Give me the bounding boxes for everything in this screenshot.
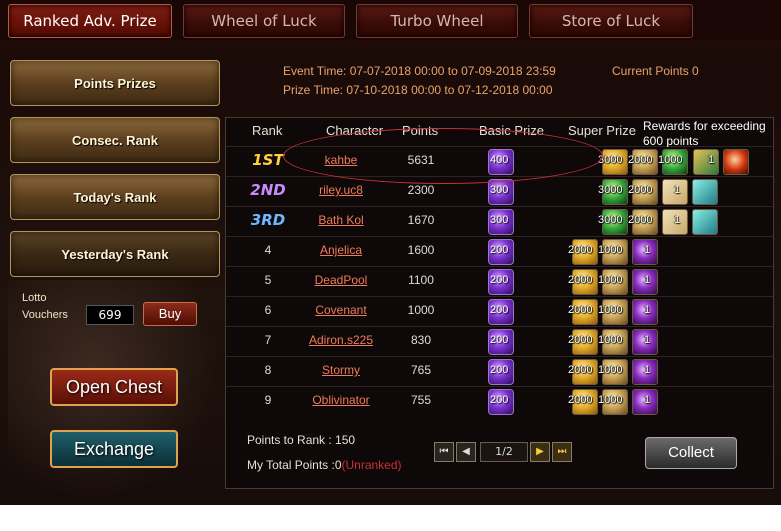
super-prize-value: 1 <box>644 304 651 316</box>
super-prize-value: 2000 <box>568 274 593 286</box>
tab-ranked-adv-prize[interactable]: Ranked Adv. Prize <box>8 4 172 38</box>
super-prize-value: 1 <box>674 214 681 226</box>
basic-prize-value: 300 <box>490 214 509 226</box>
super-prize-value: 2000 <box>568 304 593 316</box>
table-row: 8 Stormy 765 200 2000 1000 1 <box>226 356 773 386</box>
highlight-circle <box>283 128 603 184</box>
next-page-icon[interactable]: ▶ <box>530 442 550 462</box>
super-prize-value: 2000 <box>568 364 593 376</box>
character-link[interactable]: DeadPool <box>286 273 396 287</box>
prev-page-icon[interactable]: ◀ <box>456 442 476 462</box>
wing-icon <box>692 179 718 205</box>
basic-prize-value: 200 <box>490 394 509 406</box>
collect-button[interactable]: Collect <box>645 437 737 469</box>
lotto-vouchers-label: Lotto Vouchers <box>22 290 68 324</box>
wing-icon <box>692 209 718 235</box>
my-total-points-value: My Total Points :0 <box>247 458 342 472</box>
first-page-icon[interactable]: ⏮ <box>434 442 454 462</box>
buy-button[interactable]: Buy <box>143 302 197 326</box>
super-prize-value: 2000 <box>628 184 653 196</box>
character-link[interactable]: Stormy <box>286 363 396 377</box>
sidebar-item-points-prizes[interactable]: Points Prizes <box>10 60 220 106</box>
tab-bar: Ranked Adv. Prize Wheel of Luck Turbo Wh… <box>0 0 781 40</box>
points-cell: 830 <box>410 333 432 347</box>
table-row: 6 Covenant 1000 200 2000 1000 1 <box>226 296 773 326</box>
super-prize-value: 2000 <box>628 154 653 166</box>
header-super-prize: Super Prize <box>568 123 636 138</box>
super-prize-value: 2000 <box>568 244 593 256</box>
mount-icon <box>693 149 719 175</box>
character-link[interactable]: Bath Kol <box>286 213 396 227</box>
character-link[interactable]: riley.uc8 <box>286 183 396 197</box>
points-to-rank: Points to Rank : 150 <box>247 433 356 447</box>
table-row: 4 Anjelica 1600 200 2000 1000 1 <box>226 236 773 266</box>
basic-prize-value: 200 <box>490 334 509 346</box>
super-prize-value: 1000 <box>598 274 623 286</box>
fire-orb-icon <box>723 149 749 175</box>
basic-prize-value: 200 <box>490 364 509 376</box>
tab-turbo-wheel[interactable]: Turbo Wheel <box>356 4 518 38</box>
tab-store-of-luck[interactable]: Store of Luck <box>529 4 693 38</box>
header-rank: Rank <box>252 123 283 138</box>
current-points: Current Points 0 <box>612 64 699 78</box>
character-link[interactable]: Oblivinator <box>286 393 396 407</box>
super-prize-value: 1000 <box>598 244 623 256</box>
table-row: 5 DeadPool 1100 200 2000 1000 1 <box>226 266 773 296</box>
super-prize-value: 3000 <box>598 184 623 196</box>
lotto-label-line-2: Vouchers <box>22 309 68 321</box>
basic-prize-value: 200 <box>490 274 509 286</box>
super-prize-value: 2000 <box>568 334 593 346</box>
points-cell: 1100 <box>408 273 434 287</box>
super-prize-value: 1 <box>644 244 651 256</box>
super-prize-value: 3000 <box>598 214 623 226</box>
points-cell: 2300 <box>407 183 435 197</box>
prize-time: Prize Time: 07-10-2018 00:00 to 07-12-20… <box>283 83 553 97</box>
points-cell: 1600 <box>407 243 435 257</box>
points-cell: 765 <box>410 363 432 377</box>
tab-wheel-of-luck[interactable]: Wheel of Luck <box>183 4 345 38</box>
basic-prize-value: 300 <box>490 184 509 196</box>
unranked-label: (Unranked) <box>341 458 402 472</box>
rewards-note: Rewards for exceeding 600 points <box>643 119 766 147</box>
event-time: Event Time: 07-07-2018 00:00 to 07-09-20… <box>283 64 556 78</box>
exchange-button[interactable]: Exchange <box>50 430 178 468</box>
super-prize-value: 1000 <box>658 154 683 166</box>
super-prize-value: 1 <box>674 184 681 196</box>
super-prize-value: 2000 <box>628 214 653 226</box>
lotto-vouchers-count: 699 <box>86 305 134 325</box>
super-prize-value: 1 <box>644 364 651 376</box>
sidebar-item-todays-rank[interactable]: Today's Rank <box>10 174 220 220</box>
extra-reward-count: 1 <box>708 154 715 166</box>
table-row: 7 Adiron.s225 830 200 2000 1000 1 <box>226 326 773 356</box>
last-page-icon[interactable]: ⏭ <box>552 442 572 462</box>
character-link[interactable]: Covenant <box>286 303 396 317</box>
table-row: 9 Oblivinator 755 200 2000 1000 1 <box>226 386 773 416</box>
basic-prize-value: 200 <box>490 244 509 256</box>
character-link[interactable]: Adiron.s225 <box>286 333 396 347</box>
super-prize-value: 1000 <box>598 364 623 376</box>
my-total-points: My Total Points :0(Unranked) <box>247 458 402 472</box>
points-cell: 1000 <box>407 303 435 317</box>
super-prize-value: 1000 <box>598 394 623 406</box>
super-prize-value: 1000 <box>598 334 623 346</box>
super-prize-value: 1 <box>644 274 651 286</box>
super-prize-value: 1 <box>644 394 651 406</box>
super-prize-value: 1000 <box>598 304 623 316</box>
points-cell: 1670 <box>407 213 435 227</box>
character-link[interactable]: Anjelica <box>286 243 396 257</box>
points-cell: 755 <box>410 393 432 407</box>
sidebar-item-consec-rank[interactable]: Consec. Rank <box>10 117 220 163</box>
super-prize-value: 1 <box>644 334 651 346</box>
sidebar-item-yesterdays-rank[interactable]: Yesterday's Rank <box>10 231 220 277</box>
table-row: 3RD Bath Kol 1670 300 3000 2000 1 <box>226 206 773 236</box>
basic-prize-value: 200 <box>490 304 509 316</box>
page-indicator: 1/2 <box>480 442 528 462</box>
lotto-label-line-1: Lotto <box>22 292 47 304</box>
super-prize-value: 2000 <box>568 394 593 406</box>
open-chest-button[interactable]: Open Chest <box>50 368 178 406</box>
